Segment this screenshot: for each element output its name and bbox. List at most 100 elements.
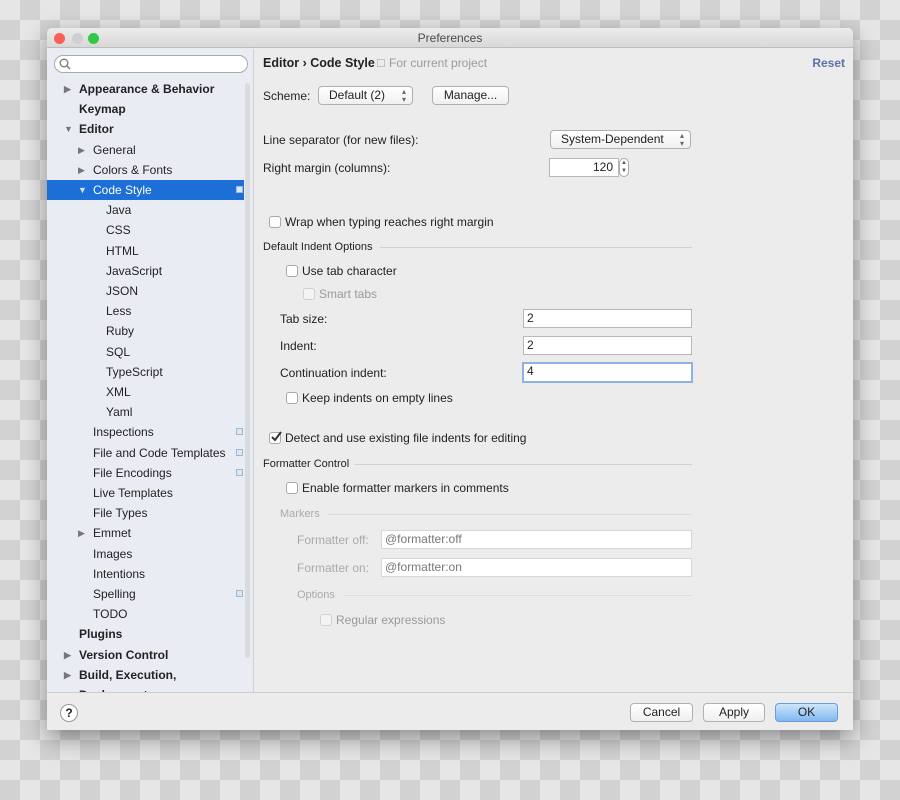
tree-item[interactable]: File Encodings: [47, 463, 244, 483]
regex-checkbox[interactable]: [320, 614, 332, 626]
wrap-checkbox[interactable]: [269, 216, 281, 228]
tree-item[interactable]: TypeScript: [47, 362, 244, 382]
cancel-button[interactable]: Cancel: [630, 703, 693, 722]
tree-item[interactable]: ▶ Build, Execution, Deployment: [47, 665, 244, 692]
tab-size-input[interactable]: 2: [523, 309, 692, 328]
collapsed-arrow-icon[interactable]: ▶: [64, 79, 71, 99]
close-window-button[interactable]: [54, 33, 65, 44]
tree-item[interactable]: ▶ Emmet: [47, 523, 244, 543]
tree-item[interactable]: Live Templates: [47, 483, 244, 503]
manage-button[interactable]: Manage...: [432, 86, 509, 105]
tree-item-label: Keymap: [79, 102, 126, 117]
line-separator-label: Line separator (for new files):: [263, 133, 419, 147]
indent-label: Indent:: [280, 339, 317, 353]
tree-item[interactable]: File Types: [47, 503, 244, 523]
use-tab-checkbox[interactable]: [286, 265, 298, 277]
tree-item[interactable]: Images: [47, 544, 244, 564]
continuation-indent-label: Continuation indent:: [280, 366, 387, 380]
collapsed-arrow-icon[interactable]: ▶: [78, 523, 85, 543]
breadcrumb: Editor › Code Style: [263, 56, 375, 70]
minimize-window-button[interactable]: [72, 33, 83, 44]
formatter-off-input[interactable]: @formatter:off: [381, 530, 692, 549]
tree-item[interactable]: HTML: [47, 241, 244, 261]
updown-icon: ▴ ▾: [679, 131, 684, 148]
tree-item[interactable]: Keymap: [47, 99, 244, 119]
tree-item[interactable]: ▶ Appearance & Behavior: [47, 79, 244, 99]
collapsed-arrow-icon[interactable]: ▶: [64, 645, 71, 665]
divider: [355, 464, 692, 465]
formatter-on-input[interactable]: @formatter:on: [381, 558, 692, 577]
use-tab-label: Use tab character: [302, 264, 397, 278]
search-input[interactable]: [54, 55, 248, 73]
enable-formatter-checkbox[interactable]: [286, 482, 298, 494]
tree-item-label: Appearance & Behavior: [79, 82, 215, 96]
tree-item-label: Inspections: [93, 425, 154, 440]
tree-item-label: Images: [93, 546, 133, 561]
tree-item[interactable]: TODO: [47, 604, 244, 624]
tree-item-label: Live Templates: [93, 486, 173, 500]
tree-item-label: Emmet: [93, 526, 132, 541]
tree-item[interactable]: JSON: [47, 281, 244, 301]
expanded-arrow-icon[interactable]: ▼: [64, 119, 73, 139]
indent-input[interactable]: 2: [523, 336, 692, 355]
line-separator-value: System-Dependent: [561, 132, 664, 146]
collapsed-arrow-icon[interactable]: ▶: [64, 665, 71, 685]
scheme-value: Default (2): [329, 88, 386, 102]
continuation-indent-input[interactable]: 4: [522, 362, 693, 383]
tree-item[interactable]: Plugins: [47, 624, 244, 644]
sidebar-scrollbar[interactable]: [245, 83, 250, 658]
collapsed-arrow-icon[interactable]: ▶: [78, 160, 85, 180]
collapsed-arrow-icon[interactable]: ▶: [78, 140, 85, 160]
keep-indents-checkbox[interactable]: [286, 392, 298, 404]
right-margin-input[interactable]: 120: [549, 158, 619, 177]
tree-item[interactable]: JavaScript: [47, 261, 244, 281]
formatter-section-title: Formatter Control: [263, 458, 350, 470]
tree-item[interactable]: Inspections: [47, 422, 244, 442]
right-margin-stepper[interactable]: ▲ ▼: [619, 158, 629, 177]
markers-title: Markers: [280, 508, 320, 520]
keep-indents-label: Keep indents on empty lines: [302, 391, 453, 405]
scheme-select[interactable]: Default (2) ▴ ▾: [318, 86, 413, 105]
tree-item-label: Java: [106, 203, 132, 218]
ok-button[interactable]: OK: [775, 703, 838, 722]
line-separator-select[interactable]: System-Dependent ▴ ▾: [550, 130, 691, 149]
project-scope-icon: [236, 186, 243, 193]
tree-item[interactable]: Spelling: [47, 584, 244, 604]
dialog-footer: ? Cancel Apply OK: [47, 692, 853, 730]
formatter-on-label: Formatter on:: [297, 561, 370, 575]
tree-item[interactable]: Ruby: [47, 321, 244, 341]
project-scope-icon: [236, 590, 243, 597]
tree-item[interactable]: ▶ General: [47, 140, 244, 160]
project-scope-icon: [236, 428, 243, 436]
tree-item-label: Version Control: [79, 647, 169, 662]
preferences-window: Preferences ▶ Appearance & Behavior Keymap…: [47, 28, 853, 730]
tree-item[interactable]: File and Code Templates: [47, 443, 244, 463]
tree-item[interactable]: Yaml: [47, 402, 244, 422]
smart-tabs-checkbox[interactable]: [303, 288, 315, 300]
right-margin-label: Right margin (columns):: [263, 161, 391, 175]
tree-item[interactable]: ▶ Colors & Fonts: [47, 160, 244, 180]
zoom-window-button[interactable]: [88, 33, 99, 44]
regex-label: Regular expressions: [336, 613, 446, 627]
checkmark-icon: [271, 431, 282, 442]
tree-item[interactable]: XML: [47, 382, 244, 402]
tree-item-label: Less: [106, 304, 132, 319]
tree-item[interactable]: Java: [47, 200, 244, 220]
apply-button[interactable]: Apply: [703, 703, 765, 722]
detect-indents-checkbox[interactable]: [269, 431, 282, 444]
tree-item[interactable]: CSS: [47, 220, 244, 240]
tree-item[interactable]: ▶ Version Control: [47, 645, 244, 665]
tree-item-label: Intentions: [93, 566, 146, 581]
settings-sidebar: ▶ Appearance & Behavior Keymap ▼ Editor ▶ Gene…: [47, 49, 254, 692]
expanded-arrow-icon[interactable]: ▼: [78, 180, 87, 200]
tree-item-label: Plugins: [79, 627, 123, 642]
tree-item[interactable]: SQL: [47, 342, 244, 362]
tree-item[interactable]: ▼ Code Style: [47, 180, 244, 200]
tree-item[interactable]: ▼ Editor: [47, 119, 244, 139]
tree-item-label: Code Style: [93, 183, 152, 197]
tree-item[interactable]: Less: [47, 301, 244, 321]
code-style-panel: Editor › Code Style For current project …: [255, 49, 853, 692]
tree-item[interactable]: Intentions: [47, 564, 244, 584]
help-button[interactable]: ?: [60, 704, 78, 722]
reset-link[interactable]: Reset: [812, 56, 845, 70]
